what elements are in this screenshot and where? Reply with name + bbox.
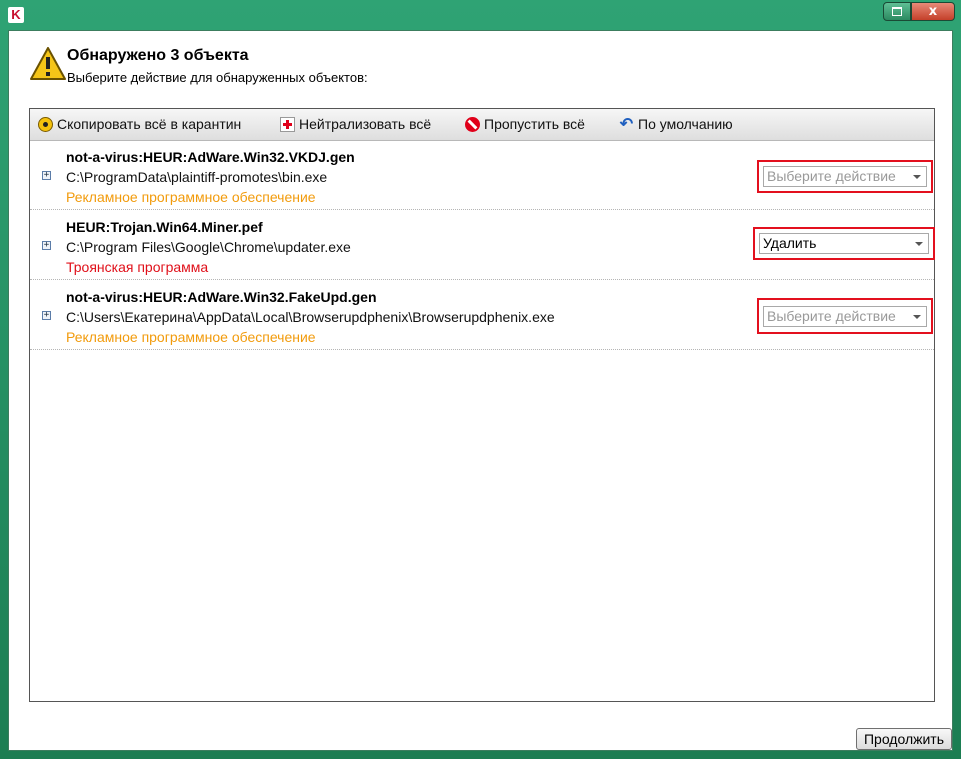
expand-plus-icon[interactable]: + [42, 171, 51, 180]
chevron-down-icon [913, 315, 921, 319]
skip-all-label: Пропустить всё [484, 116, 585, 132]
neutralize-all-label: Нейтрализовать всё [299, 116, 432, 132]
neutralize-all-button[interactable]: Нейтрализовать всё [280, 116, 431, 132]
action-dropdown[interactable]: Удалить [759, 233, 929, 254]
window-controls: x [883, 2, 955, 22]
radiation-icon [38, 116, 53, 132]
action-highlight: Выберите действие [757, 160, 933, 193]
page-subtitle: Выберите действие для обнаруженных объек… [67, 70, 368, 85]
close-button[interactable]: x [911, 2, 955, 21]
threat-list-panel: Скопировать всё в карантин Нейтрализоват… [29, 108, 935, 702]
dialog-client-area: Обнаружено 3 объекта Выберите действие д… [8, 30, 953, 751]
threat-type: Рекламное программное обеспечение [66, 329, 316, 345]
default-button[interactable]: ↶ По умолчанию [619, 116, 733, 132]
threat-row: + not-a-virus:HEUR:AdWare.Win32.FakeUpd.… [30, 280, 934, 350]
maximize-button[interactable] [883, 2, 911, 21]
quarantine-all-button[interactable]: Скопировать всё в карантин [38, 116, 241, 132]
threat-path: C:\Users\Екатерина\AppData\Local\Browser… [66, 309, 555, 325]
first-aid-icon [280, 116, 295, 132]
action-dropdown-value: Удалить [763, 235, 817, 251]
action-dropdown-value: Выберите действие [767, 168, 896, 184]
expand-plus-icon[interactable]: + [42, 241, 51, 250]
action-highlight: Выберите действие [757, 298, 933, 334]
app-window: K x Обнаружено 3 объекта Выберите действ… [0, 0, 961, 759]
threat-row: + HEUR:Trojan.Win64.Miner.pef C:\Program… [30, 210, 935, 280]
no-entry-icon [465, 116, 480, 132]
threat-name: not-a-virus:HEUR:AdWare.Win32.FakeUpd.ge… [66, 289, 377, 305]
kaspersky-logo-icon: K [8, 7, 24, 23]
warning-triangle-icon [30, 47, 66, 80]
action-dropdown[interactable]: Выберите действие [763, 166, 927, 187]
threat-path: C:\ProgramData\plaintiff-promotes\bin.ex… [66, 169, 328, 185]
title-bar[interactable]: K x [0, 0, 961, 30]
chevron-down-icon [913, 175, 921, 179]
threat-type: Рекламное программное обеспечение [66, 189, 316, 205]
threat-name: not-a-virus:HEUR:AdWare.Win32.VKDJ.gen [66, 149, 355, 165]
quarantine-all-label: Скопировать всё в карантин [57, 116, 242, 132]
default-label: По умолчанию [638, 116, 733, 132]
threat-row: + not-a-virus:HEUR:AdWare.Win32.VKDJ.gen… [30, 140, 934, 210]
page-title: Обнаружено 3 объекта [67, 47, 249, 64]
action-dropdown-value: Выберите действие [767, 308, 896, 324]
undo-arrow-icon: ↶ [619, 115, 634, 133]
action-highlight: Удалить [753, 227, 935, 260]
threat-path: C:\Program Files\Google\Chrome\updater.e… [66, 239, 351, 255]
skip-all-button[interactable]: Пропустить всё [465, 116, 585, 132]
action-dropdown[interactable]: Выберите действие [763, 306, 927, 327]
threat-type: Троянская программа [66, 259, 209, 275]
threat-name: HEUR:Trojan.Win64.Miner.pef [66, 219, 263, 235]
continue-button[interactable]: Продолжить [856, 728, 952, 750]
action-toolbar: Скопировать всё в карантин Нейтрализоват… [30, 109, 934, 141]
maximize-icon [892, 7, 902, 16]
chevron-down-icon [915, 242, 923, 246]
expand-plus-icon[interactable]: + [42, 311, 51, 320]
